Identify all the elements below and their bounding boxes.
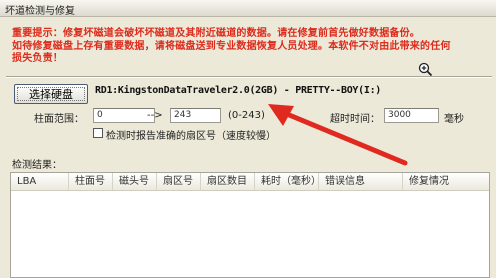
annotation-arrow — [268, 104, 408, 166]
